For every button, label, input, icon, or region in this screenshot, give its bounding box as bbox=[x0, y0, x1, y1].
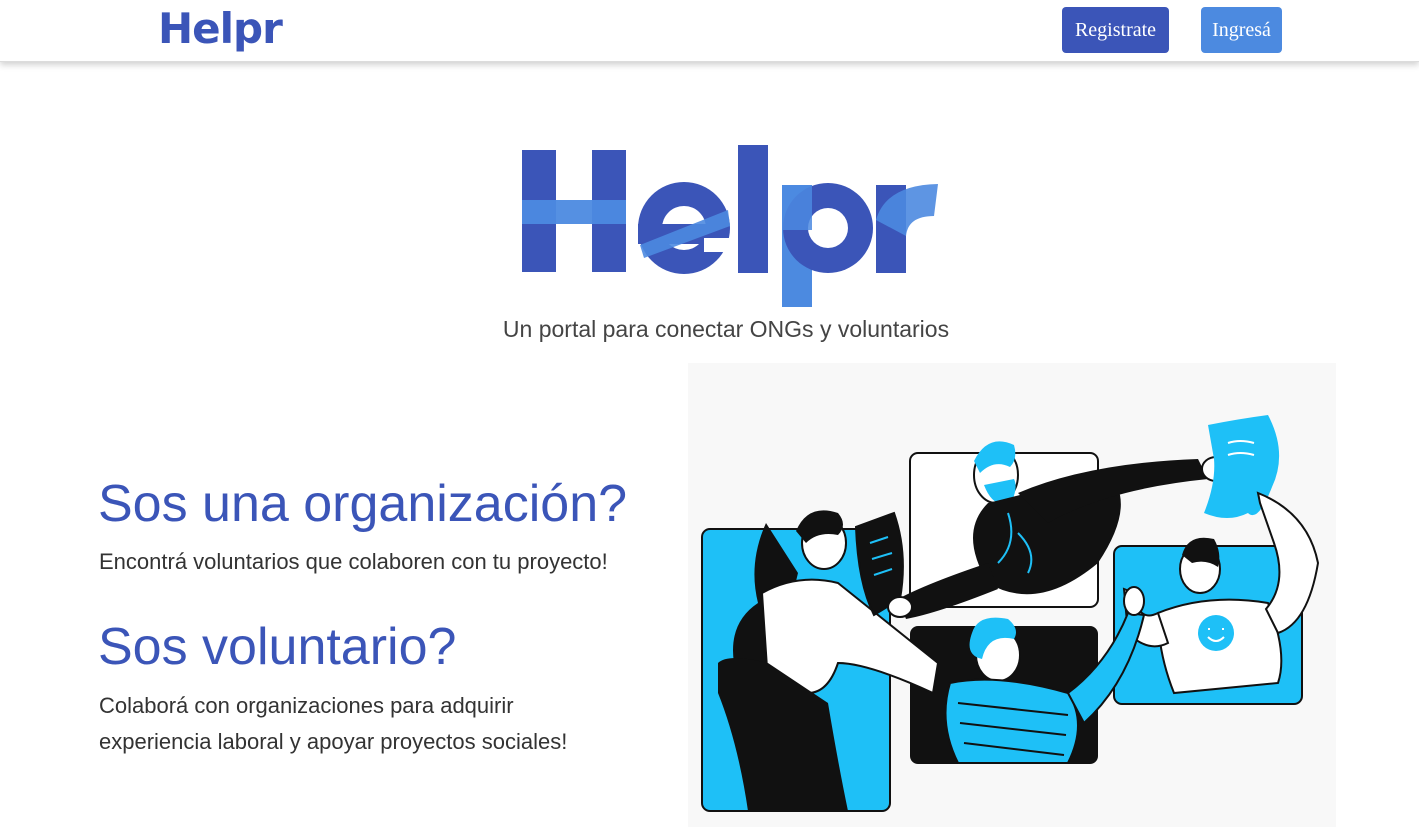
navbar: Helpr Registrate Ingresá bbox=[0, 0, 1419, 62]
tagline: Un portal para conectar ONGs y voluntari… bbox=[502, 316, 950, 342]
volunteer-heading: Sos voluntario? bbox=[98, 618, 457, 676]
volunteer-description: Colaborá con organizaciones para adquiri… bbox=[99, 693, 568, 754]
nav-logo[interactable]: Helpr bbox=[158, 4, 283, 54]
register-button[interactable]: Registrate bbox=[1062, 7, 1169, 53]
organization-heading: Sos una organización? bbox=[98, 475, 628, 533]
login-button[interactable]: Ingresá bbox=[1201, 7, 1282, 53]
hero-logo bbox=[514, 140, 944, 310]
team-collaboration-illustration bbox=[688, 363, 1336, 827]
organization-description: Encontrá voluntarios que colaboren con t… bbox=[99, 549, 608, 574]
